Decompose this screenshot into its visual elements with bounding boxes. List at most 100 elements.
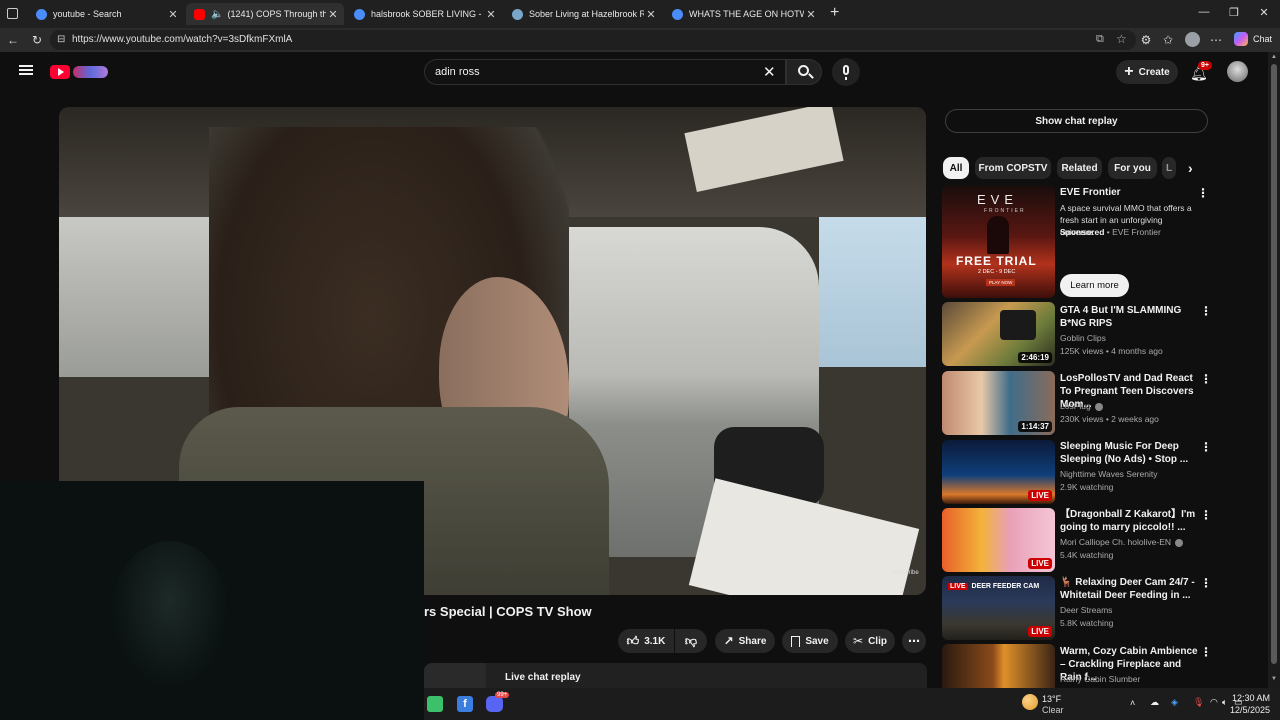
learn-more-button[interactable]: Learn more (1060, 274, 1129, 297)
more-actions-button[interactable]: ⋯ (902, 629, 926, 653)
save-button[interactable]: Save (782, 629, 838, 653)
speaker-icon[interactable]: 🔈 (211, 9, 223, 20)
windows-taskbar: f 99+ 13°F Clear ˄ ☁ ◈ 🎙︎ ◠ 🔈︎ ▭ 12:30 A… (424, 688, 1280, 720)
chip-related[interactable]: Related (1057, 157, 1102, 179)
search-button[interactable] (786, 59, 822, 85)
search-query: adin ross (435, 66, 480, 78)
create-button[interactable]: + Create (1116, 60, 1178, 84)
video-channel[interactable]: Deer Streams (1060, 604, 1112, 617)
like-button[interactable]: 👍︎ 3.1K (618, 629, 674, 653)
account-avatar[interactable] (1227, 61, 1248, 82)
mic-tray-icon[interactable]: 🎙︎ (1193, 697, 1204, 708)
video-more-icon[interactable]: ⋮ (1200, 304, 1212, 318)
video-more-icon[interactable]: ⋮ (1200, 372, 1212, 386)
page-scrollbar[interactable]: ▲ ▼ (1268, 52, 1280, 688)
video-more-icon[interactable]: ⋮ (1200, 440, 1212, 454)
video-title[interactable]: 【Dragonball Z Kakarot】I'm going to marry… (1060, 508, 1198, 534)
video-channel[interactable]: Goblin Clips (1060, 332, 1106, 345)
share-button[interactable]: ↗ Share (715, 629, 775, 653)
video-channel[interactable]: Nighttime Waves Serenity (1060, 468, 1157, 481)
ad-thumbnail[interactable]: EVE FRONTIER FREE TRIAL 2 DEC - 9 DEC PL… (942, 186, 1055, 298)
clock-date[interactable]: 12/5/2025 (1230, 705, 1270, 715)
minimize-icon[interactable]: — (1190, 6, 1218, 18)
browser-tab-cops[interactable]: 🔈 (1241) COPS Through the Years ✕ (186, 3, 344, 25)
chip-all[interactable]: All (943, 157, 969, 179)
clock-time[interactable]: 12:30 AM (1232, 693, 1270, 703)
channel-watermark[interactable]: Subscribe (892, 570, 919, 576)
ad-more-icon[interactable]: ⋮ (1197, 186, 1209, 200)
close-window-icon[interactable]: ✕ (1250, 6, 1278, 19)
video-more-icon[interactable]: ⋮ (1200, 508, 1212, 522)
save-label: Save (805, 635, 829, 647)
browser-tab-halsbrook[interactable]: halsbrook SOBER LIVING - Search ✕ (346, 3, 502, 25)
close-tab-icon[interactable]: ✕ (166, 8, 180, 21)
video-more-icon[interactable]: ⋮ (1200, 576, 1212, 590)
video-title[interactable]: 🦌 Relaxing Deer Cam 24/7 - Whitetail Dee… (1060, 576, 1198, 602)
wifi-icon[interactable]: ◠ (1210, 697, 1218, 708)
chip-for-you[interactable]: For you (1108, 157, 1157, 179)
scroll-up-icon[interactable]: ▲ (1271, 54, 1277, 60)
show-chat-replay-button[interactable]: Show chat replay (945, 109, 1208, 133)
copilot-icon[interactable] (1234, 32, 1248, 46)
video-thumbnail[interactable]: LIVE (942, 440, 1055, 504)
video-channel[interactable]: LosPlug (1060, 400, 1104, 413)
close-tab-icon[interactable]: ✕ (484, 8, 498, 21)
chip-partial[interactable]: L (1162, 157, 1176, 179)
hamburger-menu-icon[interactable] (19, 65, 33, 75)
scissors-icon: ✂ (853, 634, 864, 648)
security-icon[interactable]: ◈ (1171, 697, 1178, 708)
dislike-button[interactable]: 👎︎ (675, 629, 707, 653)
chips-next-icon[interactable]: › (1188, 160, 1193, 176)
video-thumbnail[interactable]: LIVE (942, 508, 1055, 572)
video-title[interactable]: GTA 4 But I'M SLAMMING B*NG RIPS (1060, 304, 1198, 330)
profile-avatar[interactable] (1185, 32, 1200, 47)
copilot-chat-label[interactable]: Chat (1253, 34, 1272, 44)
facebook-app-icon[interactable]: f (457, 696, 473, 712)
favorites-icon[interactable]: ✩ (1160, 33, 1176, 47)
address-bar[interactable]: ⊟ https://www.youtube.com/watch?v=3sDfkm… (50, 30, 1136, 50)
browser-tab-youtube-search[interactable]: youtube - Search ✕ (28, 3, 184, 25)
site-info-icon[interactable]: ⊟ (57, 34, 65, 45)
video-channel[interactable]: Rainy Cabin Slumber (1060, 673, 1140, 686)
weather-icon[interactable] (1022, 694, 1038, 710)
back-icon[interactable]: ← (5, 33, 21, 47)
minecraft-launcher-icon[interactable] (427, 696, 443, 712)
app-available-icon[interactable]: ⧉ (1096, 33, 1104, 46)
browser-tab-sober-living[interactable]: Sober Living at Hazelbrook Recovery ✕ (504, 3, 662, 25)
favorite-star-icon[interactable]: ☆ (1116, 32, 1127, 46)
chip-from-copstv[interactable]: From COPSTV (975, 157, 1051, 179)
clip-button[interactable]: ✂ Clip (845, 629, 895, 653)
discord-icon[interactable] (486, 696, 503, 712)
restore-icon[interactable]: ❐ (1220, 6, 1248, 19)
video-thumbnail[interactable]: 1:14:37 (942, 371, 1055, 435)
live-chat-panel[interactable]: Live chat replay (424, 663, 927, 688)
notifications-button[interactable]: 🔔︎ 9+ (1188, 61, 1212, 82)
search-input[interactable]: adin ross ✕ (424, 59, 786, 85)
close-tab-icon[interactable]: ✕ (326, 8, 340, 21)
voice-search-button[interactable] (832, 58, 860, 86)
show-hidden-icons-icon[interactable]: ˄ (1130, 698, 1135, 708)
close-tab-icon[interactable]: ✕ (804, 8, 818, 21)
scroll-down-icon[interactable]: ▼ (1271, 676, 1277, 682)
browser-tab-hotwheels[interactable]: WHATS THE AGE ON HOTWHEELS ✕ (664, 3, 822, 25)
more-menu-icon[interactable]: ⋯ (1208, 33, 1224, 47)
extensions-icon[interactable]: ⚙ (1138, 33, 1154, 47)
refresh-icon[interactable]: ↻ (29, 33, 45, 47)
weather-temp[interactable]: 13°F (1042, 694, 1061, 704)
onedrive-icon[interactable]: ☁ (1150, 697, 1159, 708)
clear-search-icon[interactable]: ✕ (763, 63, 776, 81)
scrollbar-thumb[interactable] (1271, 64, 1277, 664)
video-thumbnail[interactable]: 2:46:19 (942, 302, 1055, 366)
youtube-logo[interactable] (50, 64, 110, 80)
volume-icon[interactable]: 🔈︎ (1222, 697, 1227, 708)
tab-actions-icon[interactable] (7, 8, 18, 19)
video-thumbnail[interactable]: LIVE DEER FEEDER CAM LIVE (942, 576, 1055, 640)
video-title[interactable]: Sleeping Music For Deep Sleeping (No Ads… (1060, 440, 1198, 466)
video-channel[interactable]: Mori Calliope Ch. hololive-EN (1060, 536, 1184, 549)
video-more-icon[interactable]: ⋮ (1200, 645, 1212, 659)
close-tab-icon[interactable]: ✕ (644, 8, 658, 21)
new-tab-icon[interactable]: + (830, 4, 839, 22)
video-thumbnail[interactable] (942, 644, 1055, 688)
ad-title[interactable]: EVE Frontier (1060, 186, 1198, 199)
video-meta: 230K views • 2 weeks ago (1060, 414, 1159, 424)
